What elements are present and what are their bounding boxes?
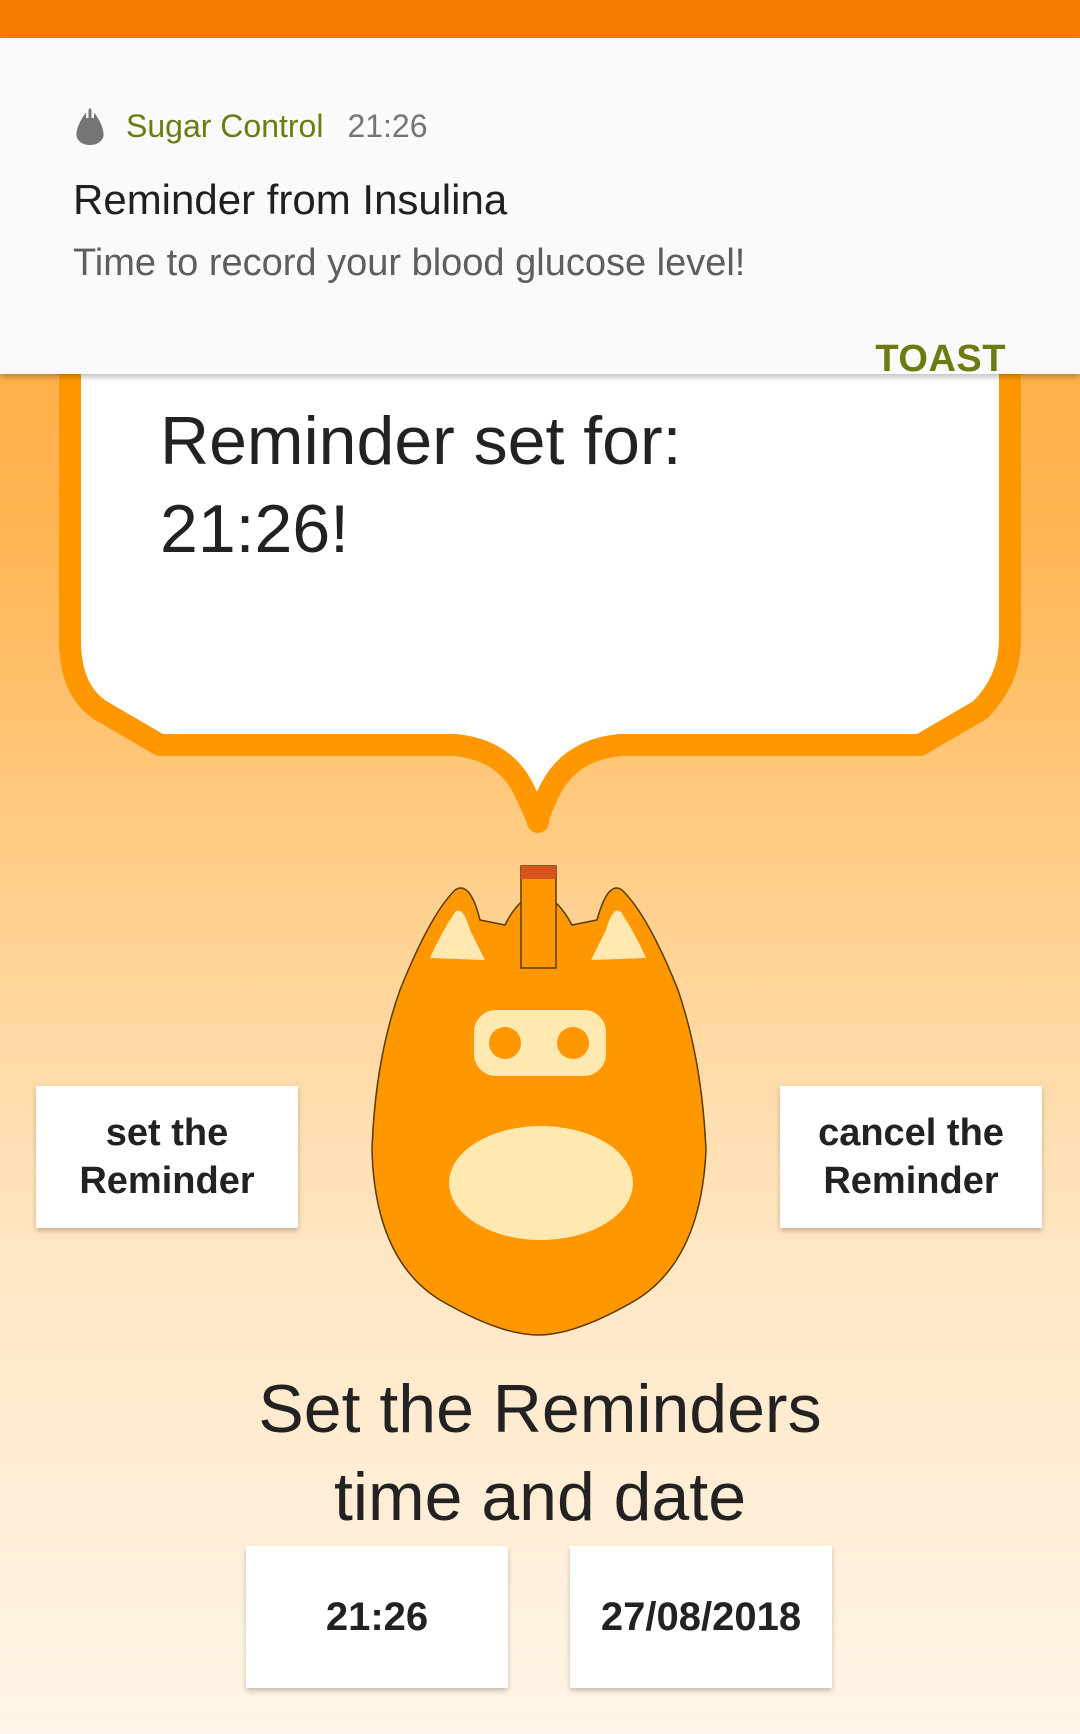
set-reminder-button[interactable]: set the Reminder: [36, 1086, 298, 1228]
bubble-line-2: 21:26!: [160, 491, 350, 567]
time-value: 21:26: [325, 1594, 429, 1639]
cancel-reminder-label-2: Reminder: [823, 1160, 999, 1202]
cancel-reminder-button[interactable]: cancel the Reminder: [780, 1086, 1042, 1228]
bubble-line-1: Reminder set for:: [160, 403, 682, 479]
heading-line-1: Set the Reminders: [258, 1371, 822, 1447]
set-reminder-label-2: Reminder: [79, 1160, 255, 1202]
set-reminder-label-1: set the: [105, 1112, 229, 1154]
notification-title: Reminder from Insulina: [73, 176, 508, 223]
mascot-icon: [371, 865, 707, 1336]
notification-header: Sugar Control 21:26: [74, 104, 428, 148]
date-value: 27/08/2018: [600, 1594, 802, 1639]
date-picker-button[interactable]: 27/08/2018: [570, 1546, 832, 1688]
page-heading: Set the Reminders time and date: [0, 1365, 1080, 1541]
notification-card[interactable]: Sugar Control 21:26 Reminder from Insuli…: [0, 38, 1080, 380]
bubble-partial-line: Great!: [160, 374, 349, 388]
heading-line-2: time and date: [333, 1459, 747, 1535]
drop-icon: [76, 108, 104, 145]
cancel-reminder-label-1: cancel the: [818, 1112, 1004, 1154]
notification-app-name: Sugar Control: [126, 107, 324, 144]
bubble-content: Great! Reminder set for: 21:26!: [60, 374, 1000, 674]
notification-text: Time to record your blood glucose level!: [73, 242, 746, 284]
time-picker-button[interactable]: 21:26: [246, 1546, 508, 1688]
notification-time: 21:26: [347, 107, 428, 144]
toast-action-button[interactable]: TOAST: [875, 338, 1006, 381]
